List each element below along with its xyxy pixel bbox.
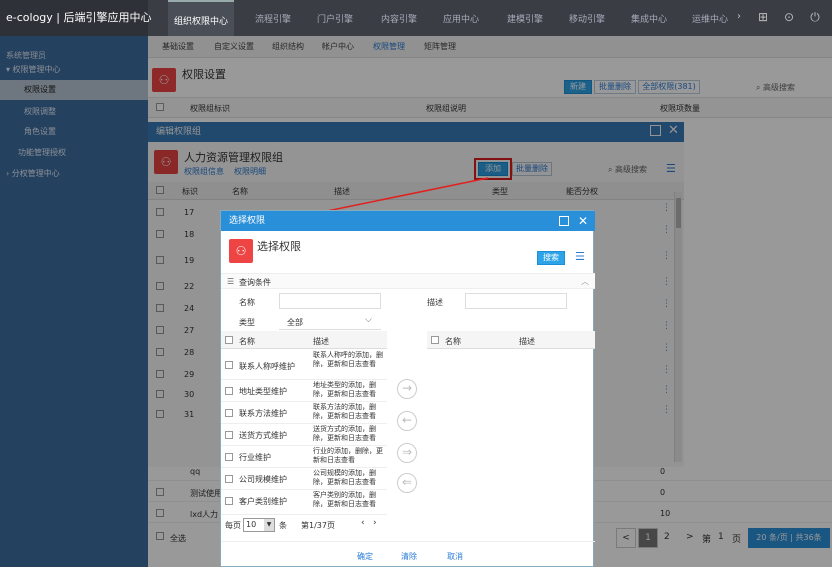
type-select[interactable]: 全部 ⌵ [279,314,381,330]
chevron-down-icon: ▼ [264,519,274,531]
list-item[interactable]: 客户类别维护 客户类别的添加，删除，更新和日志查看 [221,490,387,512]
type-label: 类型 [239,318,255,327]
right-col-desc: 描述 [519,337,535,346]
left-select-all-checkbox[interactable] [225,336,233,344]
select-dialog-heading: 选择权限 [257,240,301,253]
right-list-header: 名称 描述 [427,331,595,349]
item-name: 行业维护 [239,453,271,462]
query-section[interactable]: ☰ 查询条件 ︿ [221,273,595,289]
list-item[interactable]: 联系方法维护 联系方法的添加，删除，更新和日志查看 [221,402,387,424]
item-name: 公司规模维护 [239,475,287,484]
search-button[interactable]: 搜索 [537,251,565,265]
item-checkbox[interactable] [225,409,233,417]
item-desc: 行业的添加，删除，更新和日志查看 [313,447,383,464]
list-item[interactable]: 公司规模维护 公司规模的添加，删除，更新和日志查看 [221,468,387,490]
top-tab-workflow[interactable]: 流程引擎 [240,0,306,36]
item-desc: 客户类别的添加，删除，更新和日志查看 [313,491,376,508]
top-tab-mobile[interactable]: 移动引擎 [554,0,620,36]
close-icon[interactable]: ✕ [578,213,588,229]
item-name: 联系人称呼维护 [239,362,295,371]
page-info: 第1/37页 [301,521,335,530]
move-left-icon[interactable]: ← [397,411,417,431]
grid-icon[interactable]: ⊞ [756,10,770,24]
top-bar: e-cology | 后端引擎应用中心 组织权限中心 流程引擎 门户引擎 内容引… [0,0,832,36]
select-dialog-title: 选择权限 [221,211,595,231]
item-name: 客户类别维护 [239,497,287,506]
per-page-unit: 条 [279,521,287,530]
network-icon: ⚇ [229,239,253,263]
right-select-all-checkbox[interactable] [431,336,439,344]
item-name: 联系方法维护 [239,409,287,418]
per-page-label: 每页 [225,521,241,530]
next-page-icon[interactable]: › [373,518,377,528]
list-icon[interactable]: ☰ [575,250,585,263]
type-select-value: 全部 [287,318,303,327]
desc-input[interactable] [465,293,567,309]
top-tab-content[interactable]: 内容引擎 [366,0,432,36]
item-name: 送货方式维护 [239,431,287,440]
maximize-icon[interactable] [559,216,569,226]
clear-button[interactable]: 清除 [401,551,417,562]
item-checkbox[interactable] [225,431,233,439]
list-item[interactable]: 联系人称呼维护 联系人称呼的添加，删除，更新和日志查看 [221,350,387,380]
item-desc: 公司规模的添加，删除，更新和日志查看 [313,469,376,486]
list-item[interactable]: 地址类型维护 地址类型的添加，删除，更新和日志查看 [221,380,387,402]
menu-icon: ☰ [227,277,235,286]
per-page-value: 10 [246,520,257,529]
item-desc: 送货方式的添加，删除，更新和日志查看 [313,425,376,442]
more-icon[interactable]: ⊙ [782,10,796,24]
per-page-select[interactable]: 10 ▼ [243,518,275,532]
desc-label: 描述 [427,298,443,307]
right-col-name: 名称 [445,337,461,346]
prev-page-icon[interactable]: ‹ [361,518,365,528]
top-tab-portal[interactable]: 门户引擎 [302,0,368,36]
left-list-pager: 每页 10 ▼ 条 第1/37页 ‹ › [221,514,387,532]
list-item[interactable]: 送货方式维护 送货方式的添加，删除，更新和日志查看 [221,424,387,446]
top-tab-integration[interactable]: 集成中心 [616,0,682,36]
top-tab-ops[interactable]: 运维中心 [688,0,732,36]
item-checkbox[interactable] [225,361,233,369]
name-label: 名称 [239,298,255,307]
item-name: 地址类型维护 [239,387,287,396]
name-input[interactable] [279,293,381,309]
list-item[interactable]: 行业维护 行业的添加，删除，更新和日志查看 [221,446,387,468]
chevron-right-icon[interactable]: › [732,10,746,24]
item-checkbox[interactable] [225,453,233,461]
item-desc: 联系方法的添加，删除，更新和日志查看 [313,403,376,420]
left-list-header: 名称 描述 [221,331,387,349]
power-icon[interactable]: ⏻ [808,10,822,24]
app-brand: e-cology | 后端引擎应用中心 [0,0,152,36]
top-tab-org[interactable]: 组织权限中心 [168,0,234,36]
footer-divider [221,541,595,542]
query-section-label: 查询条件 [239,278,271,287]
top-tab-modeling[interactable]: 建模引擎 [492,0,558,36]
item-desc: 地址类型的添加，删除，更新和日志查看 [313,381,376,398]
move-all-left-icon[interactable]: ⇐ [397,473,417,493]
move-right-icon[interactable]: → [397,379,417,399]
item-checkbox[interactable] [225,387,233,395]
ok-button[interactable]: 确定 [357,551,373,562]
item-checkbox[interactable] [225,497,233,505]
left-col-desc: 描述 [313,337,329,346]
left-list: 联系人称呼维护 联系人称呼的添加，删除，更新和日志查看 地址类型维护 地址类型的… [221,350,387,512]
left-col-name: 名称 [239,337,255,346]
top-tab-app[interactable]: 应用中心 [428,0,494,36]
item-checkbox[interactable] [225,475,233,483]
select-permission-dialog: 选择权限 ✕ ⚇ 选择权限 搜索 ☰ ☰ 查询条件 ︿ 名称 描述 类型 全部 … [220,210,595,567]
move-all-right-icon[interactable]: ⇒ [397,443,417,463]
chevron-up-icon[interactable]: ︿ [581,276,589,287]
cancel-button[interactable]: 取消 [447,551,463,562]
item-desc: 联系人称呼的添加，删除，更新和日志查看 [313,351,383,368]
chevron-down-icon: ⌵ [365,315,372,325]
